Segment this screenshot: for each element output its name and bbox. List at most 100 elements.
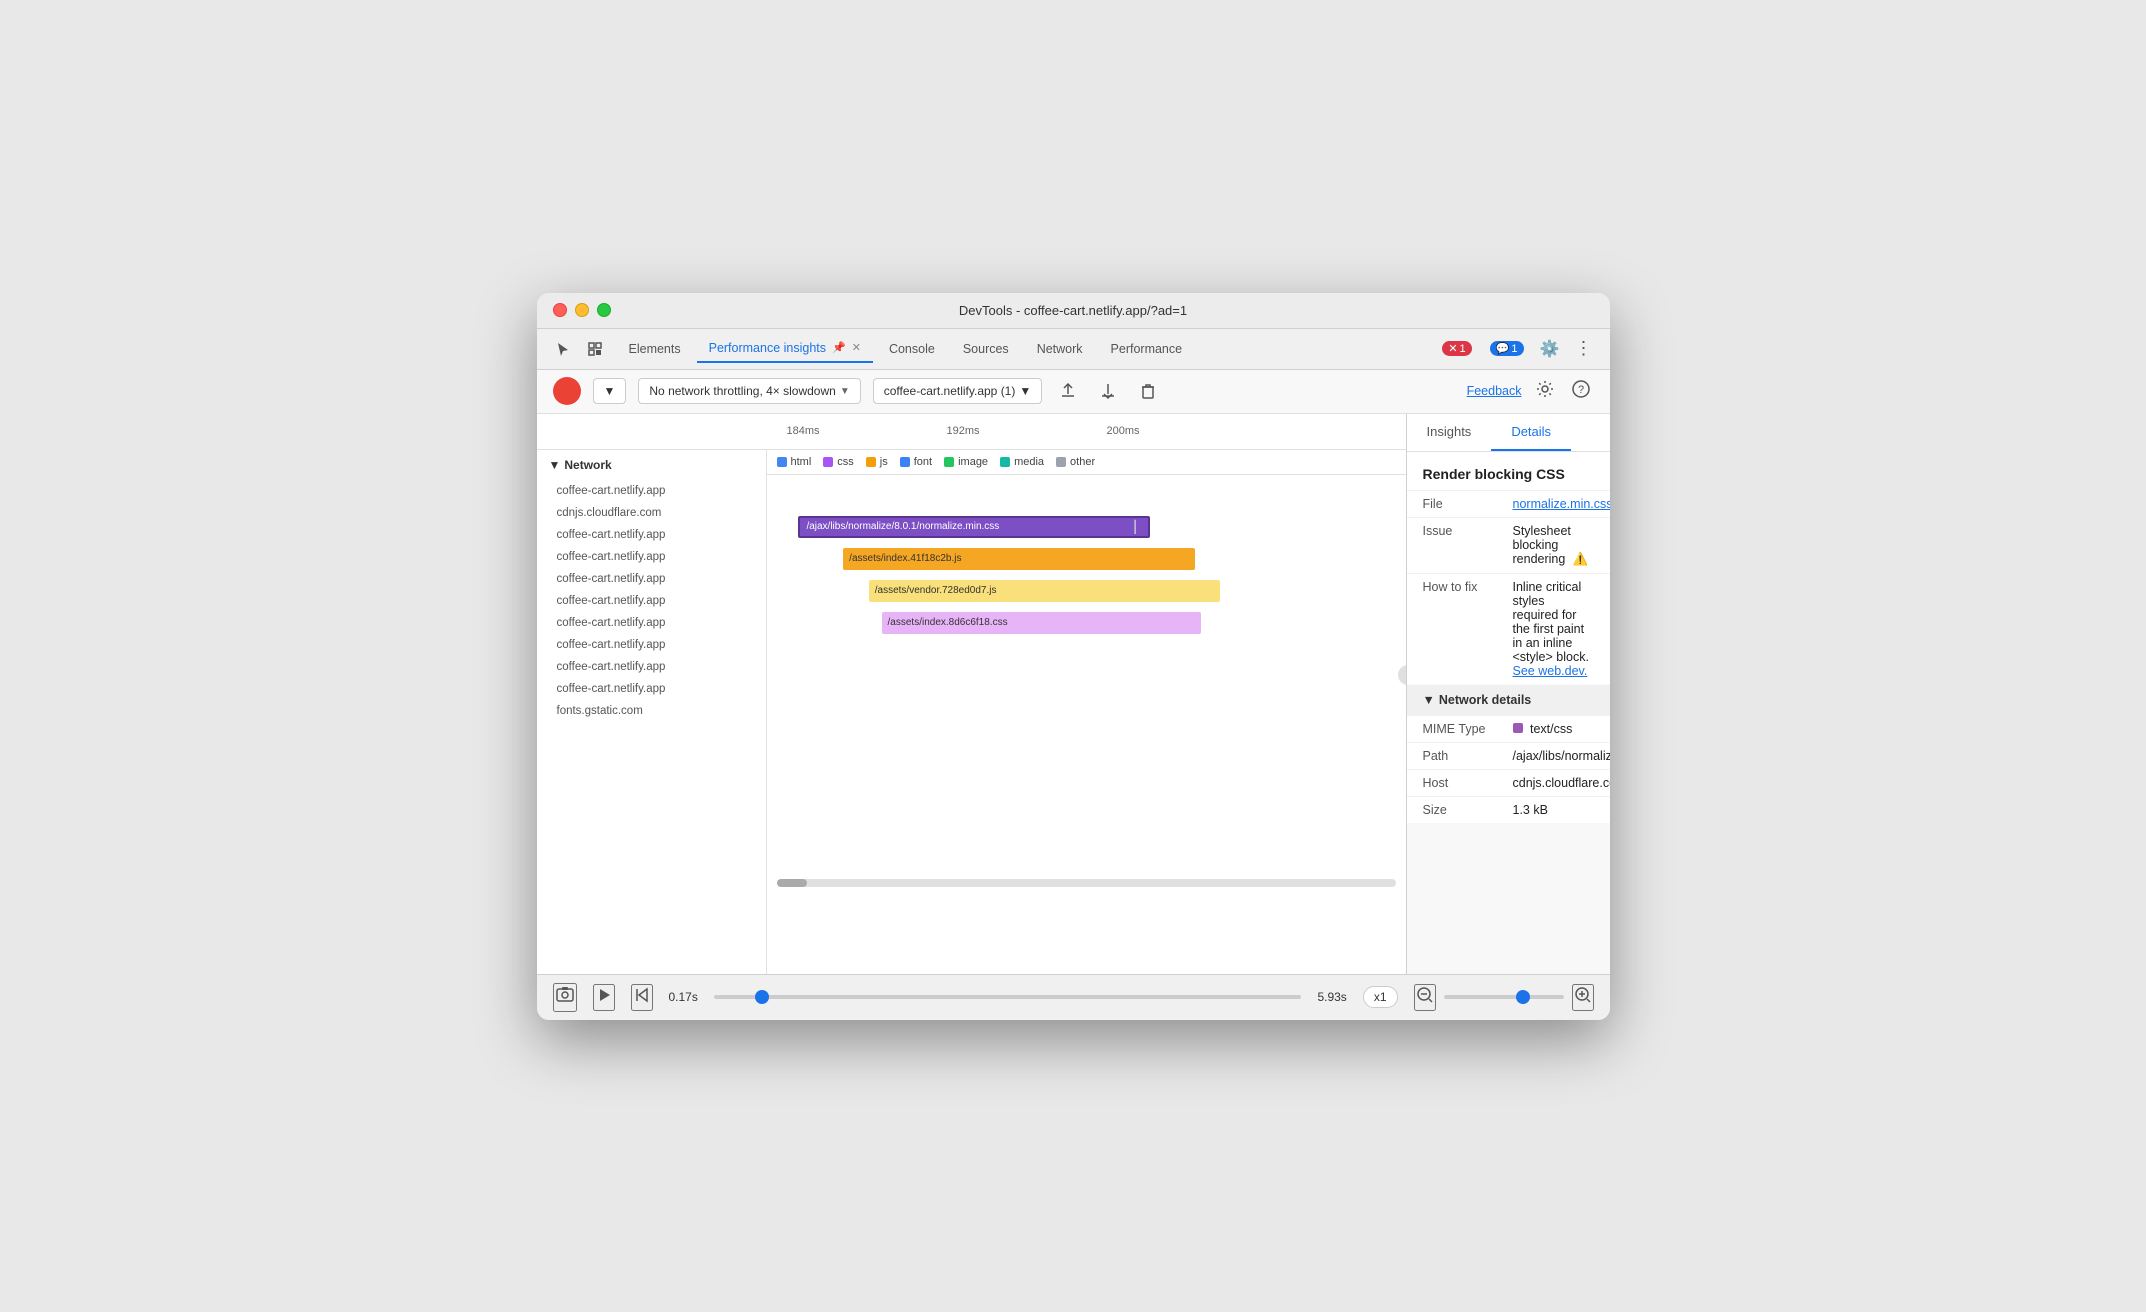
legend-dot-css [823, 457, 833, 467]
messages-button[interactable]: 💬 1 [1484, 338, 1530, 359]
feedback-link[interactable]: Feedback [1467, 384, 1522, 398]
network-list: ▼ Network coffee-cart.netlify.app cdnjs.… [537, 450, 767, 974]
network-item-1[interactable]: cdnjs.cloudflare.com [537, 502, 766, 524]
close-button[interactable] [553, 303, 567, 317]
screenshot-button[interactable] [553, 983, 577, 1012]
legend-html: html [777, 456, 812, 468]
tab-network[interactable]: Network [1025, 336, 1095, 362]
cursor-tool-button[interactable] [549, 335, 577, 363]
network-item-5[interactable]: coffee-cart.netlify.app [537, 590, 766, 612]
network-item-2[interactable]: coffee-cart.netlify.app [537, 524, 766, 546]
minimize-button[interactable] [575, 303, 589, 317]
toolbar-left [549, 335, 609, 363]
timeline-ruler: 184ms 192ms 200ms [767, 414, 1406, 450]
timeline-header: 184ms 192ms 200ms [537, 414, 1406, 450]
right-panel: Insights Details Render blocking CSS Fil… [1407, 414, 1610, 974]
expand-button[interactable]: › [1398, 665, 1406, 685]
inspect-button[interactable] [581, 335, 609, 363]
network-item-7[interactable]: coffee-cart.netlify.app [537, 634, 766, 656]
tab-console[interactable]: Console [877, 336, 947, 362]
help-button[interactable]: ? [1568, 376, 1594, 407]
more-options-button[interactable]: ⋮ [1570, 335, 1598, 363]
tab-sources[interactable]: Sources [951, 336, 1021, 362]
skip-to-start-button[interactable] [631, 984, 653, 1011]
zoom-out-button[interactable] [1414, 984, 1436, 1011]
record-button[interactable] [553, 377, 581, 405]
bar-end-marker: ▏ [1135, 520, 1144, 534]
upload-icon [1059, 382, 1077, 400]
bar-index-css[interactable]: /assets/index.8d6c6f18.css [882, 612, 1202, 634]
record-dropdown-button[interactable]: ▼ [593, 378, 627, 404]
timeline-scrollbar[interactable] [777, 879, 1396, 887]
legend-dot-html [777, 457, 787, 467]
bar-normalize-css[interactable]: /ajax/libs/normalize/8.0.1/normalize.min… [798, 516, 1149, 538]
download-icon [1099, 382, 1117, 400]
main-toolbar: Elements Performance insights 📌 ✕ Consol… [537, 329, 1610, 370]
settings-2-button[interactable] [1532, 376, 1558, 407]
legend-image: image [944, 456, 988, 468]
devtools-window: DevTools - coffee-cart.netlify.app/?ad=1 [537, 293, 1610, 1020]
maximize-button[interactable] [597, 303, 611, 317]
trash-icon [1139, 382, 1157, 400]
play-icon [595, 986, 613, 1004]
right-content: Render blocking CSS File normalize.min.c… [1407, 452, 1610, 974]
timeline-area: html css js [767, 450, 1406, 974]
file-row: File normalize.min.css [1407, 490, 1610, 517]
network-header[interactable]: ▼ Network [537, 450, 766, 480]
toolbar-right: ✕ 1 💬 1 ⚙️ ⋮ [1436, 335, 1597, 363]
network-item-6[interactable]: coffee-cart.netlify.app [537, 612, 766, 634]
tab-performance-insights[interactable]: Performance insights 📌 ✕ [697, 335, 873, 363]
throttle-selector[interactable]: No network throttling, 4× slowdown ▼ [638, 378, 860, 404]
network-item-3[interactable]: coffee-cart.netlify.app [537, 546, 766, 568]
mime-dot [1513, 723, 1523, 733]
speed-button[interactable]: x1 [1363, 986, 1398, 1008]
path-value: /ajax/libs/normalize/8.0.1/normalize.min… [1513, 749, 1610, 763]
zoom-in-button[interactable] [1572, 984, 1594, 1011]
legend-dot-js [866, 457, 876, 467]
network-item-0[interactable]: coffee-cart.netlify.app [537, 480, 766, 502]
throttle-arrow-icon: ▼ [840, 386, 850, 397]
settings-button[interactable]: ⚙️ [1536, 335, 1564, 363]
tabs-container: Elements Performance insights 📌 ✕ Consol… [617, 335, 1429, 363]
scrollbar-thumb[interactable] [777, 879, 807, 887]
zoom-thumb[interactable] [1516, 990, 1530, 1004]
network-item-8[interactable]: coffee-cart.netlify.app [537, 656, 766, 678]
file-link[interactable]: normalize.min.css [1513, 497, 1610, 511]
tab-details[interactable]: Details [1491, 414, 1571, 451]
bar-index-js[interactable]: /assets/index.41f18c2b.js [843, 548, 1194, 570]
legend-and-timeline: ▼ Network coffee-cart.netlify.app cdnjs.… [537, 450, 1406, 974]
download-button[interactable] [1094, 377, 1122, 405]
delete-button[interactable] [1134, 377, 1162, 405]
gear-icon: ⚙️ [1540, 339, 1560, 359]
warning-icon: ⚠️ [1573, 552, 1589, 566]
network-item-4[interactable]: coffee-cart.netlify.app [537, 568, 766, 590]
network-details-header[interactable]: ▼ Network details [1407, 685, 1610, 715]
url-selector-button[interactable]: coffee-cart.netlify.app (1) ▼ [873, 378, 1043, 404]
bar-vendor-js[interactable]: /assets/vendor.728ed0d7.js [869, 580, 1220, 602]
see-webdev-link[interactable]: See web.dev. [1513, 664, 1588, 678]
pin-icon: 📌 [832, 341, 846, 354]
tab-close-button[interactable]: ✕ [852, 341, 861, 354]
legend-media: media [1000, 456, 1044, 468]
legend-js: js [866, 456, 888, 468]
timeline-playback-slider[interactable] [714, 995, 1302, 999]
left-panel: 184ms 192ms 200ms ▼ Network coffee-cart.… [537, 414, 1407, 974]
inspect-icon [587, 341, 603, 357]
tick-184ms: 184ms [787, 425, 820, 437]
bottom-bar: 0.17s 5.93s x1 [537, 974, 1610, 1020]
tab-performance[interactable]: Performance [1099, 336, 1195, 362]
upload-button[interactable] [1054, 377, 1082, 405]
insight-title: Render blocking CSS [1407, 452, 1610, 490]
time-end-label: 5.93s [1317, 990, 1346, 1004]
how-to-fix-row: How to fix Inline critical styles requir… [1407, 573, 1610, 684]
errors-button[interactable]: ✕ 1 [1436, 338, 1477, 359]
play-button[interactable] [593, 984, 615, 1011]
playback-thumb[interactable] [755, 990, 769, 1004]
network-item-9[interactable]: coffee-cart.netlify.app [537, 678, 766, 700]
legend-bar: html css js [767, 450, 1406, 475]
size-row: Size 1.3 kB [1407, 796, 1610, 823]
tab-insights[interactable]: Insights [1407, 414, 1492, 451]
network-item-10[interactable]: fonts.gstatic.com [537, 700, 766, 722]
zoom-slider[interactable] [1444, 995, 1564, 999]
tab-elements[interactable]: Elements [617, 336, 693, 362]
